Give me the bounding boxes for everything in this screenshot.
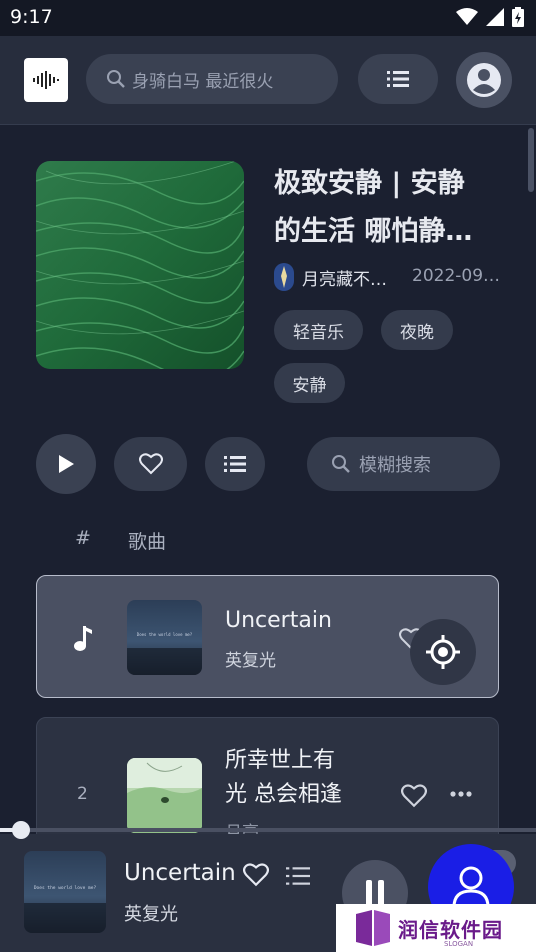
heart-outline-icon[interactable] [401,784,427,808]
play-icon [59,455,74,473]
list-icon [224,456,246,472]
playlist-author: 月亮藏不… [302,269,387,290]
watermark: 润信软件园 SLOGAN [336,904,536,952]
locate-current-button[interactable] [410,619,476,685]
playlist-cover [36,161,244,369]
song-title-line2: 光 总会相逢 [225,782,342,807]
column-number-header: # [75,527,91,549]
progress-handle[interactable] [12,821,30,839]
battery-icon [512,7,524,27]
song-title: 所幸世上有 光 总会相逢 [225,744,342,812]
status-time: 9:17 [10,6,53,28]
watermark-logo-icon [356,910,390,946]
playlist-title-line2: 的生活 哪怕静… [274,216,473,247]
search-placeholder: 身骑白马 最近很火 [132,71,274,92]
status-icons [456,7,524,27]
app-logo[interactable] [24,58,68,102]
more-horizontal-icon[interactable] [450,790,472,798]
heart-outline-icon[interactable] [243,863,269,887]
user-icon [452,866,490,909]
scrollbar[interactable] [528,128,534,192]
waveform-icon [33,71,59,89]
playlist-menu-button[interactable] [358,54,438,104]
account-circle-icon [467,63,501,97]
search-icon [332,455,350,473]
watermark-slogan: SLOGAN [444,940,474,948]
song-title: Uncertain [225,608,332,633]
tag-chip[interactable]: 轻音乐 [274,310,363,350]
playlist-title-line1: 极致安静 | 安静 [274,168,465,199]
playlist-author-row[interactable]: 月亮藏不… 2022-09… [274,262,514,292]
now-playing-title: Uncertain [124,860,236,886]
music-note-icon [74,626,92,651]
crosshair-icon [426,635,460,669]
wifi-icon [456,8,478,25]
play-all-button[interactable] [36,434,96,494]
song-cover: Does the world love me? [127,600,202,675]
now-playing-artist: 英复光 [124,904,178,925]
author-avatar [274,263,294,291]
queue-list-icon[interactable] [286,866,310,886]
favorite-button[interactable] [114,437,187,491]
column-song-header: 歌曲 [128,531,167,553]
playlist-title: 极致安静 | 安静 的生活 哪怕静… [274,160,514,256]
profile-button[interactable] [456,52,512,108]
song-cover [127,758,202,833]
song-title-line1: 所幸世上有 [225,748,336,773]
now-playing-cover[interactable]: Does the world love me? [24,851,106,933]
playlist-date: 2022-09… [412,266,501,286]
fuzzy-search-input[interactable]: 模糊搜索 [307,437,500,491]
signal-icon [486,8,504,26]
watermark-text: 润信软件园 [398,917,503,942]
heart-outline-icon [138,453,163,475]
progress-track[interactable] [0,828,536,832]
song-list-button[interactable] [205,437,265,491]
tag-chip[interactable]: 夜晚 [381,310,453,350]
song-number: 2 [77,784,88,804]
pause-icon [366,880,384,906]
song-artist[interactable]: 英复光 [225,646,276,671]
tag-chip[interactable]: 安静 [274,363,345,403]
search-input[interactable]: 身骑白马 最近很火 [86,54,338,104]
song-cover-text: Does the world love me? [136,632,193,637]
fuzzy-search-placeholder: 模糊搜索 [359,455,431,476]
now-playing-cover-text: Does the world love me? [33,886,97,891]
list-icon [387,71,409,87]
search-icon [107,70,125,88]
